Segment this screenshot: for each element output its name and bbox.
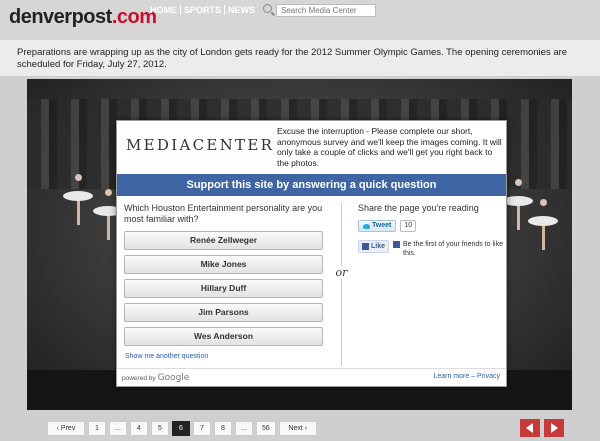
survey-question: Which Houston Entertainment personality … (124, 203, 323, 224)
like-text-label: Be the first of your friends to like thi… (403, 241, 504, 257)
nav-sports[interactable]: SPORTS (181, 5, 226, 15)
photo-dancer (528, 199, 558, 259)
next-arrow-button[interactable] (544, 419, 564, 437)
another-question-link[interactable]: Show me another question (125, 353, 208, 360)
privacy-link[interactable]: Privacy (477, 373, 500, 380)
tweet-row: Tweet 10 (358, 220, 503, 232)
arrow-right-icon (551, 423, 558, 433)
facebook-small-icon (393, 241, 401, 248)
page-1[interactable]: 1 (88, 421, 106, 436)
previous-arrow-button[interactable] (520, 419, 540, 437)
search-input[interactable] (276, 4, 376, 17)
answer-button-mike-jones[interactable]: Mike Jones (124, 255, 323, 274)
page-6-current[interactable]: 6 (172, 421, 190, 436)
site-header: denverpost.com HOME SPORTS NEWS (0, 0, 600, 40)
tweet-count: 10 (400, 220, 417, 232)
survey-message: Excuse the interruption - Please complet… (277, 126, 502, 168)
answer-button-renee-zellweger[interactable]: Renée Zellweger (124, 231, 323, 250)
photo-dancer (503, 179, 533, 239)
pagination: ‹ Prev 1 ... 4 5 6 7 8 ... 56 Next › (47, 421, 320, 436)
learn-more-link[interactable]: Learn more (433, 373, 469, 380)
page-5[interactable]: 5 (151, 421, 169, 436)
photo-caption: Preparations are wrapping up as the city… (17, 47, 568, 70)
link-separator: – (469, 373, 478, 380)
powered-by-label: powered by (122, 374, 156, 382)
divider (341, 203, 342, 366)
or-label: or (334, 266, 349, 279)
nav-home[interactable]: HOME (147, 5, 181, 15)
share-panel: Share the page you're reading Tweet 10 L… (358, 203, 503, 258)
survey-modal: MEDIACENTER Excuse the interruption - Pl… (116, 120, 507, 387)
search-icon[interactable] (263, 4, 272, 13)
powered-by: powered by Google (122, 373, 189, 383)
google-logo: Google (157, 373, 190, 383)
tweet-label: Tweet (372, 222, 392, 229)
page-7[interactable]: 7 (193, 421, 211, 436)
next-button[interactable]: Next › (278, 421, 317, 436)
share-label: Share the page you're reading (358, 203, 479, 213)
survey-header: MEDIACENTER Excuse the interruption - Pl… (117, 121, 506, 173)
survey-footer: powered by Google Learn more – Privacy (117, 368, 506, 386)
survey-question-panel: Which Houston Entertainment personality … (124, 203, 329, 351)
top-nav: HOME SPORTS NEWS (147, 5, 258, 15)
answer-button-jim-parsons[interactable]: Jim Parsons (124, 303, 323, 322)
page-56[interactable]: 56 (256, 421, 276, 436)
site-logo[interactable]: denverpost.com (9, 6, 157, 29)
answer-button-wes-anderson[interactable]: Wes Anderson (124, 327, 323, 346)
like-row: Like Be the first of your friends to lik… (358, 240, 503, 258)
page-4[interactable]: 4 (130, 421, 148, 436)
facebook-icon (362, 243, 369, 250)
page-ellipsis[interactable]: ... (235, 421, 253, 436)
facebook-like-button[interactable]: Like (358, 240, 390, 253)
like-label: Like (371, 243, 386, 250)
nav-news[interactable]: NEWS (225, 5, 258, 15)
tweet-button[interactable]: Tweet (358, 220, 397, 232)
arrow-left-icon (526, 423, 533, 433)
footer-links: Learn more – Privacy (433, 373, 500, 380)
twitter-bird-icon (363, 223, 370, 229)
answer-list: Renée Zellweger Mike Jones Hillary Duff … (124, 231, 329, 346)
logo-name: denverpost (9, 6, 112, 28)
page-8[interactable]: 8 (214, 421, 232, 436)
answer-button-hillary-duff[interactable]: Hillary Duff (124, 279, 323, 298)
like-text: Be the first of your friends to like thi… (393, 240, 503, 258)
page-ellipsis[interactable]: ... (109, 421, 127, 436)
mediacenter-logo: MEDIACENTER (126, 136, 275, 154)
prev-button[interactable]: ‹ Prev (47, 421, 85, 436)
survey-banner: Support this site by answering a quick q… (117, 174, 506, 196)
photo-dancer (63, 174, 93, 234)
